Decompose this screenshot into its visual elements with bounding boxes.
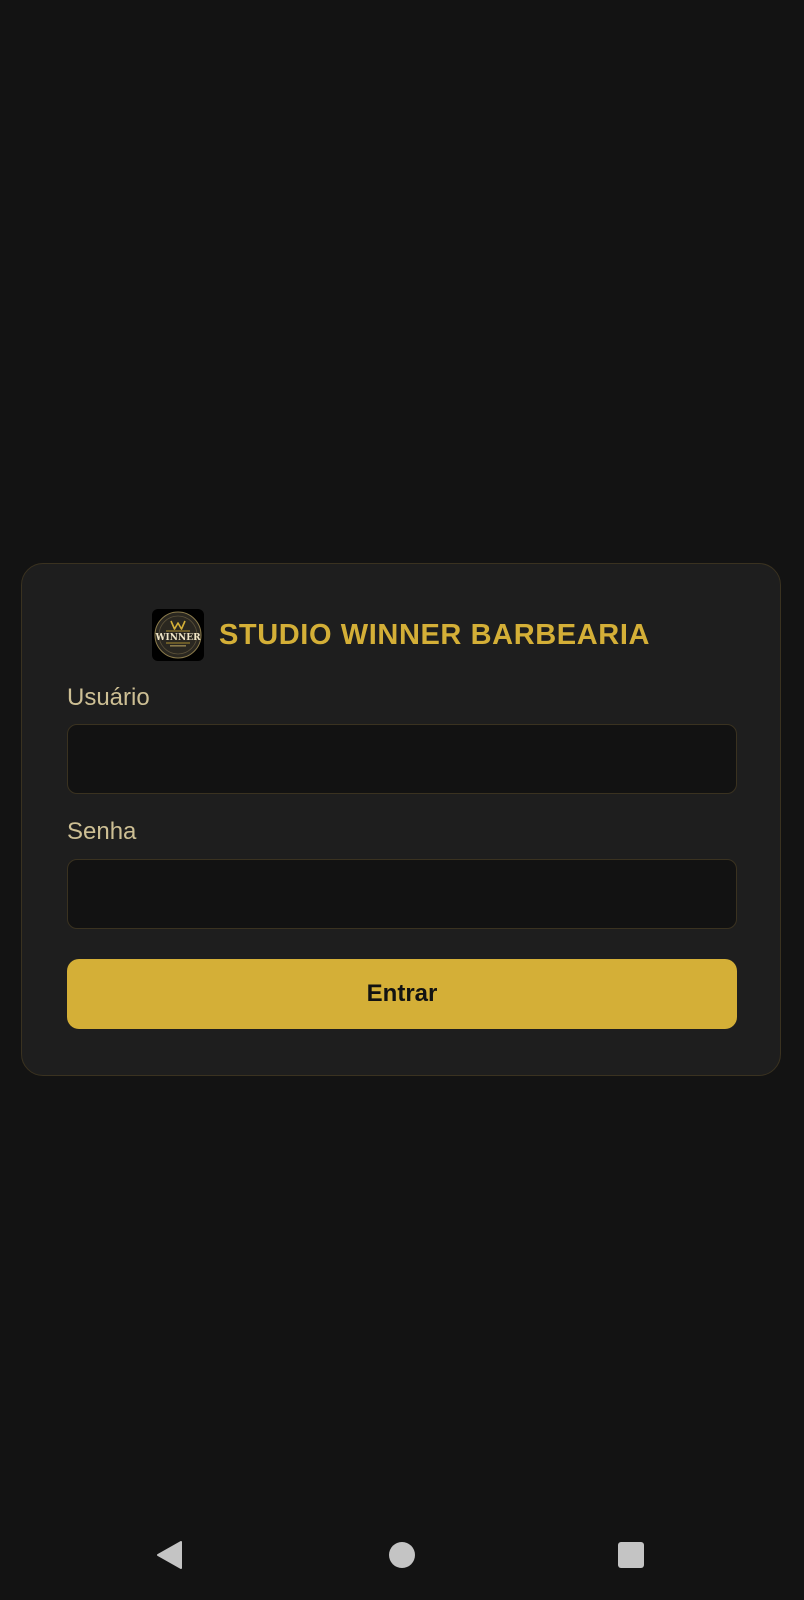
back-button[interactable]	[146, 1532, 192, 1578]
recents-square-icon	[618, 1542, 644, 1568]
login-card: WINNER STUDIO WINNER BARBEARIA Usuário S…	[21, 563, 781, 1076]
app-screen: WINNER STUDIO WINNER BARBEARIA Usuário S…	[0, 0, 804, 1600]
password-input[interactable]	[67, 859, 737, 929]
app-title: STUDIO WINNER BARBEARIA	[218, 618, 651, 651]
home-button[interactable]	[379, 1532, 425, 1578]
home-circle-icon	[389, 1542, 415, 1568]
username-input[interactable]	[67, 724, 737, 794]
recents-button[interactable]	[608, 1532, 654, 1578]
back-triangle-icon	[157, 1541, 182, 1569]
svg-text:WINNER: WINNER	[154, 633, 201, 643]
android-navigation-bar	[0, 1520, 804, 1590]
password-label: Senha	[67, 818, 137, 845]
barbershop-logo-icon: WINNER	[151, 609, 204, 661]
brand-header: WINNER STUDIO WINNER BARBEARIA	[22, 609, 780, 661]
login-button[interactable]: Entrar	[67, 959, 737, 1029]
username-label: Usuário	[67, 684, 150, 711]
